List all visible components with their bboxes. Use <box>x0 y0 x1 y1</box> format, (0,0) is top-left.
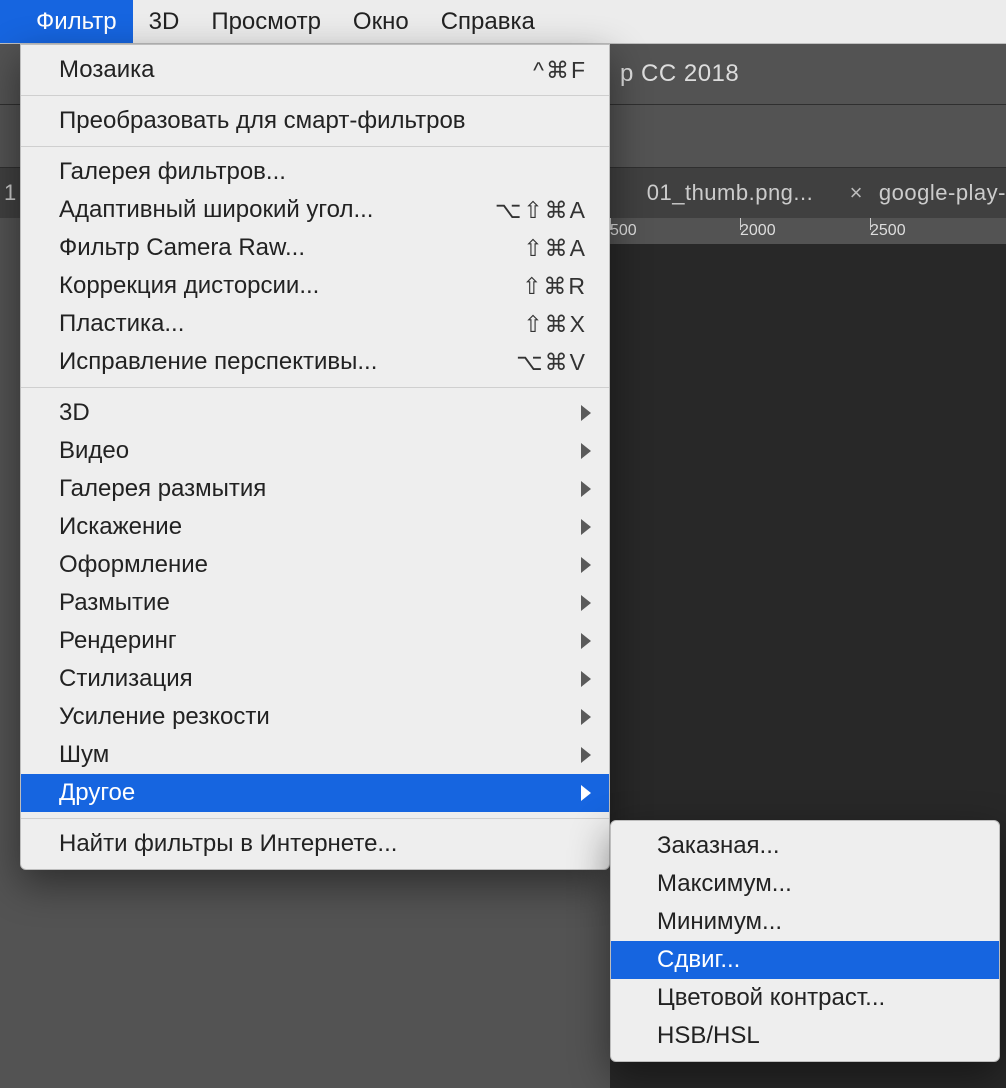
menu-label: Минимум... <box>657 908 977 936</box>
menu-label: Галерея размытия <box>59 475 581 503</box>
menu-label: Исправление перспективы... <box>59 348 516 376</box>
menu-item-vanishing-point[interactable]: Исправление перспективы... ⌥⌘V <box>21 343 609 381</box>
menu-separator <box>21 95 609 96</box>
ruler-horizontal: 500 2000 2500 <box>610 218 1006 244</box>
menu-item-camera-raw[interactable]: Фильтр Camera Raw... ⇧⌘A <box>21 229 609 267</box>
menu-label: Усиление резкости <box>59 703 581 731</box>
menu-label: Пластика... <box>59 310 523 338</box>
menu-item-render-submenu[interactable]: Рендеринг <box>21 622 609 660</box>
menu-label: Найти фильтры в Интернете... <box>59 830 587 858</box>
menu-label: Коррекция дисторсии... <box>59 272 522 300</box>
chevron-right-icon <box>581 709 591 725</box>
menu-label: Цветовой контраст... <box>657 984 977 1012</box>
other-submenu: Заказная... Максимум... Минимум... Сдвиг… <box>610 820 1000 1062</box>
chevron-right-icon <box>581 405 591 421</box>
menu-separator <box>21 818 609 819</box>
menu-shortcut: ⌥⇧⌘A <box>495 197 587 224</box>
menu-label: Мозаика <box>59 56 533 84</box>
menu-item-filter-gallery[interactable]: Галерея фильтров... <box>21 153 609 191</box>
menu-item-3d-submenu[interactable]: 3D <box>21 394 609 432</box>
submenu-item-custom[interactable]: Заказная... <box>611 827 999 865</box>
chevron-right-icon <box>581 519 591 535</box>
menu-label: HSB/HSL <box>657 1022 977 1050</box>
menu-label: Галерея фильтров... <box>59 158 587 186</box>
menu-item-last-filter[interactable]: Мозаика ^⌘F <box>21 51 609 89</box>
menu-item-stylize-submenu[interactable]: Стилизация <box>21 660 609 698</box>
menu-item-blur-gallery-submenu[interactable]: Галерея размытия <box>21 470 609 508</box>
menu-label: 3D <box>59 399 581 427</box>
menu-label: Стилизация <box>59 665 581 693</box>
menu-item-lens-correction[interactable]: Коррекция дисторсии... ⇧⌘R <box>21 267 609 305</box>
menu-label: Размытие <box>59 589 581 617</box>
menu-label: Рендеринг <box>59 627 581 655</box>
menu-item-video-submenu[interactable]: Видео <box>21 432 609 470</box>
menu-item-liquify[interactable]: Пластика... ⇧⌘X <box>21 305 609 343</box>
ruler-tick: 500 <box>610 222 740 240</box>
menu-item-noise-submenu[interactable]: Шум <box>21 736 609 774</box>
menu-item-distort-submenu[interactable]: Искажение <box>21 508 609 546</box>
menubar-item-view[interactable]: Просмотр <box>195 0 337 43</box>
menu-separator <box>21 146 609 147</box>
chevron-right-icon <box>581 557 591 573</box>
menu-label: Сдвиг... <box>657 946 977 974</box>
menu-label: Максимум... <box>657 870 977 898</box>
menu-item-sharpen-submenu[interactable]: Усиление резкости <box>21 698 609 736</box>
menu-shortcut: ⌥⌘V <box>516 349 587 376</box>
filter-menu: Мозаика ^⌘F Преобразовать для смарт-филь… <box>20 44 610 870</box>
menu-label: Адаптивный широкий угол... <box>59 196 495 224</box>
submenu-item-high-pass[interactable]: Цветовой контраст... <box>611 979 999 1017</box>
menu-item-convert-smart-filters[interactable]: Преобразовать для смарт-фильтров <box>21 102 609 140</box>
ruler-tick: 2500 <box>870 222 1000 240</box>
chevron-right-icon <box>581 671 591 687</box>
tab-close-icon[interactable]: × <box>834 180 879 206</box>
menu-label: Преобразовать для смарт-фильтров <box>59 107 587 135</box>
menu-label: Другое <box>59 779 581 807</box>
submenu-item-maximum[interactable]: Максимум... <box>611 865 999 903</box>
menu-shortcut: ⇧⌘A <box>523 235 587 262</box>
menu-shortcut: ⇧⌘X <box>523 311 587 338</box>
menubar-item-window[interactable]: Окно <box>337 0 425 43</box>
menu-label: Заказная... <box>657 832 977 860</box>
menu-item-browse-filters-online[interactable]: Найти фильтры в Интернете... <box>21 825 609 863</box>
menubar-item-3d[interactable]: 3D <box>133 0 196 43</box>
menubar: Фильтр 3D Просмотр Окно Справка <box>0 0 1006 44</box>
menu-item-adaptive-wide-angle[interactable]: Адаптивный широкий угол... ⌥⇧⌘A <box>21 191 609 229</box>
menubar-item-filter[interactable]: Фильтр <box>0 0 133 43</box>
chevron-right-icon <box>581 595 591 611</box>
menu-shortcut: ^⌘F <box>533 57 587 84</box>
submenu-item-offset[interactable]: Сдвиг... <box>611 941 999 979</box>
menu-label: Видео <box>59 437 581 465</box>
chevron-right-icon <box>581 481 591 497</box>
menu-label: Шум <box>59 741 581 769</box>
chevron-right-icon <box>581 747 591 763</box>
title-text: p CC 2018 <box>620 60 739 88</box>
menu-label: Искажение <box>59 513 581 541</box>
ruler-tick: 2000 <box>740 222 870 240</box>
menubar-item-help[interactable]: Справка <box>425 0 551 43</box>
menu-separator <box>21 387 609 388</box>
menu-shortcut: ⇧⌘R <box>522 273 587 300</box>
tab-doc-google-play[interactable]: google-play- <box>879 180 1006 206</box>
menu-label: Фильтр Camera Raw... <box>59 234 523 262</box>
menu-item-other-submenu[interactable]: Другое <box>21 774 609 812</box>
menu-item-pixelate-submenu[interactable]: Оформление <box>21 546 609 584</box>
submenu-item-hsb-hsl[interactable]: HSB/HSL <box>611 1017 999 1055</box>
chevron-right-icon <box>581 785 591 801</box>
menu-label: Оформление <box>59 551 581 579</box>
chevron-right-icon <box>581 633 591 649</box>
menu-item-blur-submenu[interactable]: Размытие <box>21 584 609 622</box>
submenu-item-minimum[interactable]: Минимум... <box>611 903 999 941</box>
chevron-right-icon <box>581 443 591 459</box>
